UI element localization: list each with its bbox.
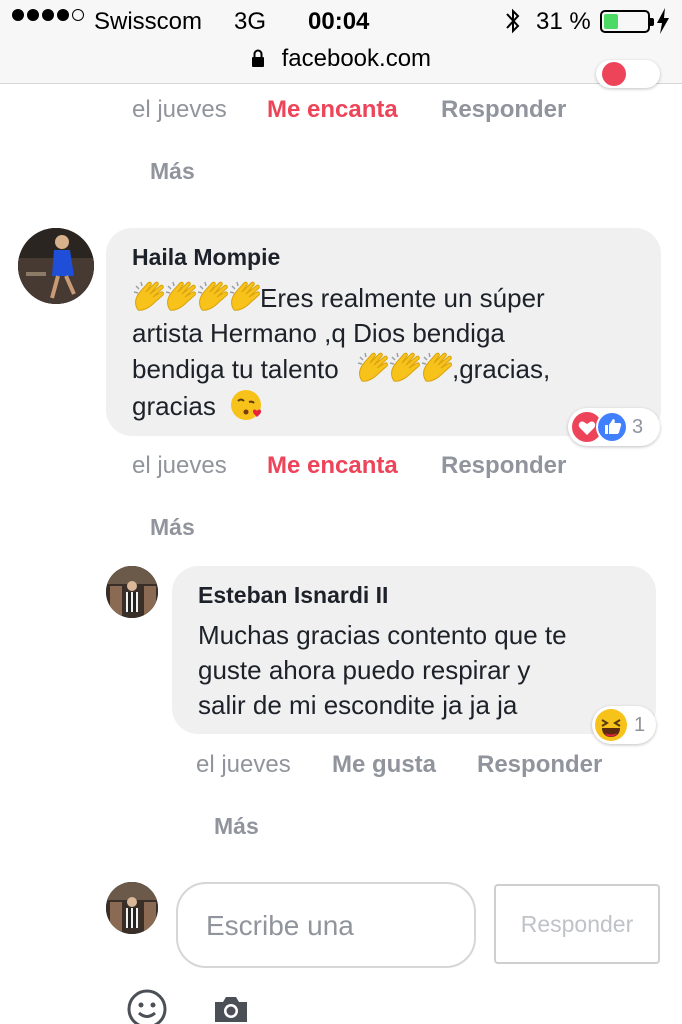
reply-input-placeholder: Escribe una [206, 910, 354, 941]
comment-author[interactable]: Haila Mompie [132, 244, 280, 271]
reply-link[interactable]: Responder [441, 96, 566, 124]
comment-line-3: salir de mi escondite ja ja ja [198, 690, 518, 720]
reaction-count: 3 [632, 415, 644, 438]
heart-icon [602, 62, 626, 86]
more-link[interactable]: Más [150, 158, 195, 185]
signal-strength-icon [12, 9, 84, 21]
comment-line-1: Eres realmente un súper [132, 280, 652, 316]
avatar-haila-mompie[interactable] [18, 228, 94, 304]
reaction-count: 1 [634, 713, 646, 736]
reaction-summary[interactable]: 3 [568, 408, 660, 446]
url-text: facebook.com [281, 45, 432, 72]
comment-line-text: gracias [132, 391, 216, 421]
comment-line-text: Eres realmente un súper [260, 283, 545, 313]
reply-link[interactable]: Responder [477, 751, 602, 779]
current-user-avatar [106, 882, 158, 934]
comment-bubble-esteban: Esteban Isnardi II Muchas gracias conten… [172, 566, 656, 734]
comment-line-2: artista Hermano ,q Dios bendiga [132, 318, 505, 348]
lock-icon [251, 49, 264, 67]
comment-line-text: bendiga tu talento [132, 354, 339, 384]
carrier-name: Swisscom [94, 8, 203, 35]
kiss-face-icon [231, 390, 262, 420]
reaction-badge-partial [596, 60, 660, 88]
haha-icon [595, 709, 627, 741]
reaction-summary[interactable]: 1 [592, 706, 656, 744]
more-link[interactable]: Más [150, 514, 195, 541]
like-icon [596, 411, 628, 443]
comment-bubble-haila: Haila Mompie Eres realmente un súper art… [106, 228, 661, 436]
reaction-link[interactable]: Me encanta [267, 96, 398, 124]
reaction-link[interactable]: Me encanta [267, 452, 398, 480]
comment-text: Eres realmente un súper artista Hermano … [132, 280, 652, 424]
clapping-hands-icon [356, 352, 452, 384]
battery-icon [600, 10, 654, 33]
comment-actions-top: el jueves Me encanta Responder [0, 96, 682, 126]
comment-author[interactable]: Esteban Isnardi II [198, 582, 388, 609]
avatar-esteban-isnardi[interactable] [106, 566, 158, 618]
reply-link[interactable]: Responder [441, 452, 566, 480]
camera-icon[interactable] [212, 994, 250, 1024]
bluetooth-icon [506, 8, 520, 34]
address-bar[interactable]: facebook.com [0, 44, 682, 84]
clock: 00:04 [308, 8, 370, 35]
comment-time[interactable]: el jueves [132, 452, 227, 480]
charging-icon [657, 8, 669, 34]
battery-percent: 31 % [536, 8, 591, 35]
comment-text: Muchas gracias contento que te guste aho… [198, 618, 648, 723]
clapping-hands-icon [132, 281, 260, 313]
like-link[interactable]: Me gusta [332, 751, 436, 779]
comment-line-3: bendiga tu talento ,gracias, [132, 351, 652, 387]
network-type: 3G [234, 8, 267, 35]
status-bar: Swisscom 3G 00:04 31 % [0, 0, 682, 44]
reply-submit-button[interactable]: Responder [494, 884, 660, 964]
comment-actions: el jueves Me encanta Responder [0, 452, 682, 482]
reply-input[interactable]: Escribe una [176, 882, 476, 968]
comment-line-suffix: ,gracias, [451, 354, 551, 384]
comment-line-2: guste ahora puedo respirar y [198, 655, 531, 685]
comment-time[interactable]: el jueves [196, 751, 291, 779]
comment-time[interactable]: el jueves [132, 96, 227, 124]
comment-actions: el jueves Me gusta Responder [0, 751, 682, 781]
comment-line-1: Muchas gracias contento que te [198, 620, 567, 650]
more-link[interactable]: Más [214, 813, 259, 840]
smiley-icon[interactable] [126, 988, 168, 1024]
